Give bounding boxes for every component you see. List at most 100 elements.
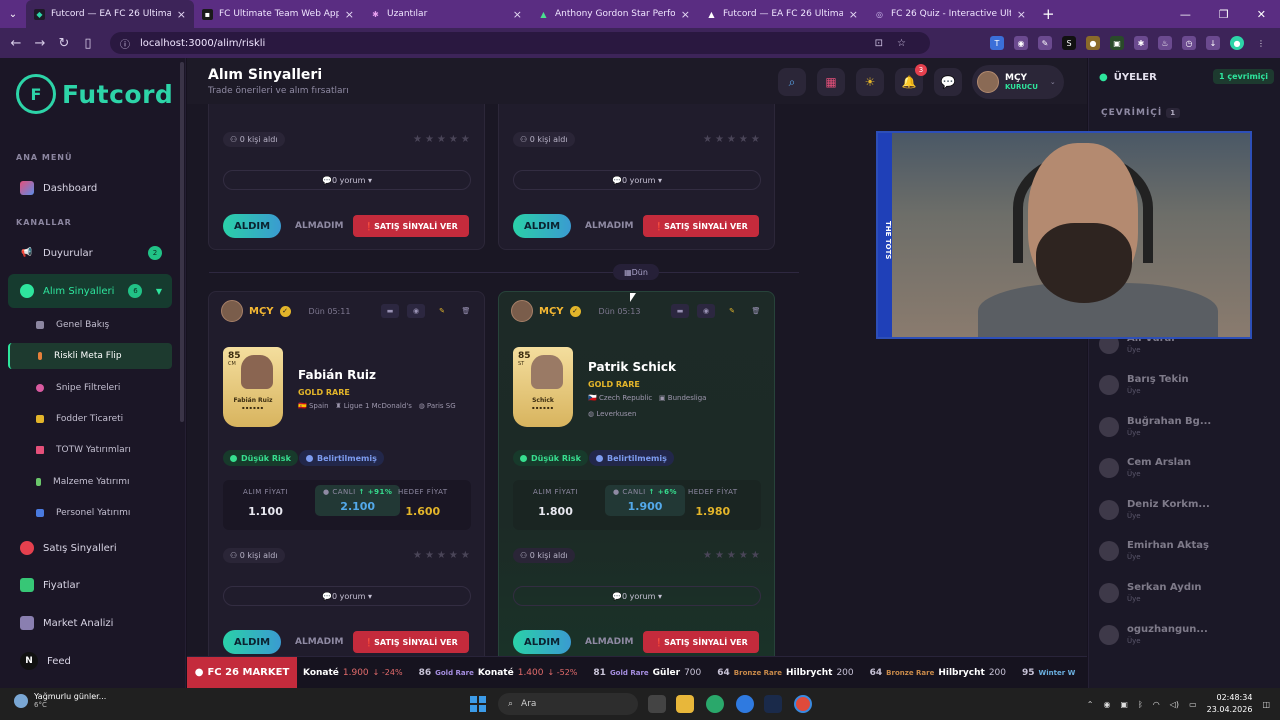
close-tab-icon[interactable]: × — [1017, 8, 1026, 21]
member-item[interactable]: Buğrahan Bg... Üye — [1099, 416, 1211, 437]
sidebar-toggle-icon[interactable]: ▯ — [76, 36, 100, 51]
close-tab-icon[interactable]: × — [177, 8, 186, 21]
url-field[interactable]: ⓘ localhost:3000/alim/riskli ⊡ ☆ — [110, 32, 930, 54]
comments-toggle[interactable]: 💬 0 yorum ▾ — [513, 170, 761, 190]
tab-futbin[interactable]: ▲ Anthony Gordon Star Performer × — [530, 0, 698, 28]
sub-item-snipe-filtreleri[interactable]: Snipe Filtreleri — [8, 375, 172, 401]
close-tab-icon[interactable]: × — [513, 8, 522, 21]
rating-stars[interactable]: ★★★★★ — [703, 550, 763, 561]
sidebar-item-fiyatlar[interactable]: Fiyatlar — [8, 570, 172, 600]
new-tab-button[interactable]: + — [1042, 5, 1055, 23]
aldim-button[interactable]: ALDIM — [223, 214, 281, 238]
sell-signal-button[interactable]: ❗ SATIŞ SİNYALİ VER — [643, 631, 759, 653]
app-a-icon[interactable] — [764, 695, 782, 713]
member-item[interactable]: Serkan Aydın Üye — [1099, 582, 1202, 603]
edge-icon[interactable] — [736, 695, 754, 713]
rating-stars[interactable]: ★★★★★ — [413, 550, 473, 561]
ticker-item[interactable]: Konaté 1.900 ↓ -24% — [303, 668, 403, 678]
chat-icon[interactable]: 💬 — [934, 68, 962, 96]
sun-theme-icon[interactable]: ☀ — [856, 68, 884, 96]
member-item[interactable]: Cem Arslan Üye — [1099, 457, 1191, 478]
user-menu[interactable]: MÇY KURUCU ⌄ — [972, 65, 1064, 99]
member-item[interactable]: Deniz Korkm... Üye — [1099, 499, 1210, 520]
extension-green-icon[interactable]: ▣ — [1110, 36, 1124, 50]
tray-app-icon[interactable]: ▣ — [1120, 700, 1128, 709]
bookmark-star-icon[interactable]: ☆ — [897, 38, 906, 49]
almadim-button[interactable]: ALMADIM — [585, 637, 633, 647]
tab-futcord-2[interactable]: ▲ Futcord — EA FC 26 Ultimate Te × — [698, 0, 866, 28]
ticker-item[interactable]: 64 Bronze Rare Hilbrycht 200 — [717, 668, 853, 678]
sub-item-personel[interactable]: Personel Yatırımı — [8, 500, 172, 526]
almadim-button[interactable]: ALMADIM — [585, 221, 633, 231]
bluetooth-icon[interactable]: ᛒ — [1138, 700, 1143, 709]
eye-icon[interactable]: ◉ — [697, 304, 715, 318]
install-app-icon[interactable]: ⊡ — [875, 38, 883, 49]
rating-stars[interactable]: ★★★★★ — [703, 134, 763, 145]
forward-icon[interactable]: → — [28, 36, 52, 51]
tab-ea-web-app[interactable]: ▪ FC Ultimate Team Web App - E × — [194, 0, 362, 28]
minimize-icon[interactable]: — — [1180, 8, 1191, 21]
taskbar-search[interactable]: ⌕ Ara — [498, 693, 638, 715]
calendar-icon[interactable]: ▦ — [817, 68, 845, 96]
file-explorer-icon[interactable] — [676, 695, 694, 713]
bell-icon[interactable]: 🔔 3 — [895, 64, 927, 96]
search-icon[interactable]: ⌕ — [778, 68, 806, 96]
chevron-down-icon[interactable]: ▼ — [156, 287, 162, 296]
almadim-button[interactable]: ALMADIM — [295, 221, 343, 231]
site-info-icon[interactable]: ⓘ — [120, 36, 130, 51]
notifications-icon[interactable]: ◫ — [1262, 700, 1270, 709]
extensions-puzzle-icon[interactable]: ✱ — [1134, 36, 1148, 50]
wifi-icon[interactable]: ◠ — [1153, 700, 1160, 709]
aldim-button[interactable]: ALDIM — [223, 630, 281, 654]
sell-signal-button[interactable]: ❗ SATIŞ SİNYALİ VER — [353, 215, 469, 237]
extension-coin-icon[interactable]: ● — [1086, 36, 1100, 50]
rating-stars[interactable]: ★★★★★ — [413, 134, 473, 145]
eye-icon[interactable]: ◉ — [407, 304, 425, 318]
download-icon[interactable]: ↓ — [1206, 36, 1220, 50]
sub-item-riskli-meta-flip[interactable]: Riskli Meta Flip — [8, 343, 172, 369]
camera-icon[interactable]: ◉ — [1014, 36, 1028, 50]
chevron-up-icon[interactable]: ⌃ — [1087, 700, 1094, 709]
sidebar-item-market-analizi[interactable]: Market Analizi — [8, 608, 172, 638]
platform-icon[interactable]: ▬ — [381, 304, 399, 318]
trash-icon[interactable]: 🗑 — [747, 304, 765, 318]
tab-quiz[interactable]: ◎ FC 26 Quiz - Interactive Ultimat × — [866, 0, 1034, 28]
futcord-logo[interactable]: F Futcord — [16, 74, 173, 114]
sub-item-malzeme[interactable]: Malzeme Yatırımı — [8, 469, 172, 495]
pen-icon[interactable]: ✎ — [1038, 36, 1052, 50]
extension-s-icon[interactable]: S — [1062, 36, 1076, 50]
edit-icon[interactable]: ✎ — [723, 304, 741, 318]
volume-icon[interactable]: ◁) — [1170, 700, 1179, 709]
member-item[interactable]: oguzhangun... Üye — [1099, 624, 1208, 645]
sidebar-item-dashboard[interactable]: Dashboard — [8, 173, 172, 203]
reload-icon[interactable]: ↻ — [52, 36, 76, 51]
task-view-icon[interactable] — [648, 695, 666, 713]
history-icon[interactable]: ◷ — [1182, 36, 1196, 50]
performance-icon[interactable]: ♨ — [1158, 36, 1172, 50]
tab-futcord-active[interactable]: ◆ Futcord — EA FC 26 Ultimate Te × — [26, 0, 194, 28]
sidebar-item-feed[interactable]: N Feed — [8, 646, 172, 676]
tray-app-icon[interactable]: ◉ — [1103, 700, 1110, 709]
windows-start-icon[interactable] — [470, 696, 486, 712]
sidebar-item-satis-sinyalleri[interactable]: Satış Sinyalleri — [8, 533, 172, 563]
back-icon[interactable]: ← — [4, 36, 28, 51]
close-tab-icon[interactable]: × — [681, 8, 690, 21]
menu-dots-icon[interactable]: ⋮ — [1254, 36, 1268, 50]
platform-icon[interactable]: ▬ — [671, 304, 689, 318]
sidebar-item-duyurular[interactable]: 📢 Duyurular 2 — [8, 238, 172, 268]
comments-toggle[interactable]: 💬 0 yorum ▾ — [223, 586, 471, 606]
comments-toggle[interactable]: 💬 0 yorum ▾ — [513, 586, 761, 606]
member-item[interactable]: Emirhan Aktaş Üye — [1099, 540, 1209, 561]
sub-item-genel-bakis[interactable]: Genel Bakış — [8, 312, 172, 338]
comments-toggle[interactable]: 💬 0 yorum ▾ — [223, 170, 471, 190]
profile-avatar-icon[interactable]: ● — [1230, 36, 1244, 50]
sub-item-fodder-ticareti[interactable]: Fodder Ticareti — [8, 406, 172, 432]
sidebar-item-alim-sinyalleri[interactable]: Alım Sinyalleri 6 ▼ — [8, 274, 172, 308]
weather-widget[interactable]: Yağmurlu günler... 6°C — [14, 692, 106, 709]
battery-icon[interactable]: ▭ — [1189, 700, 1197, 709]
sell-signal-button[interactable]: ❗ SATIŞ SİNYALİ VER — [353, 631, 469, 653]
almadim-button[interactable]: ALMADIM — [295, 637, 343, 647]
ticker-item[interactable]: 64 Bronze Rare Hilbrycht 200 — [870, 668, 1006, 678]
close-tab-icon[interactable]: × — [849, 8, 858, 21]
member-item[interactable]: Barış Tekin Üye — [1099, 374, 1189, 395]
